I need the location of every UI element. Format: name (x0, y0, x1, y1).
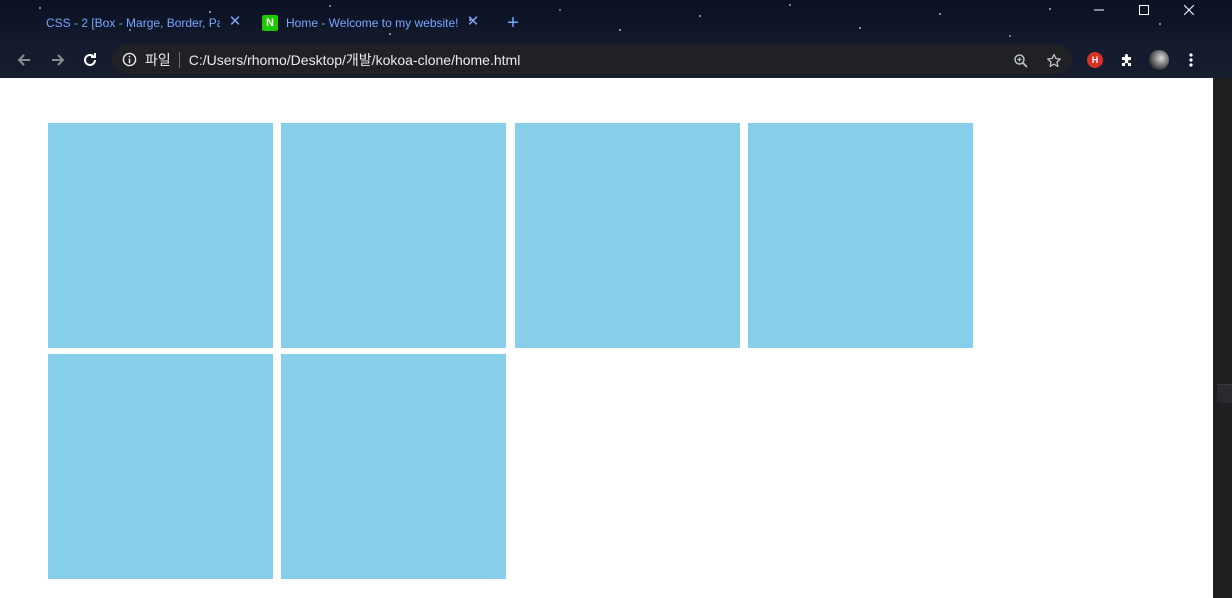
edge-marker (1217, 384, 1232, 403)
maximize-icon[interactable] (1121, 0, 1167, 20)
window-edge (1213, 78, 1232, 598)
tab-title: CSS - 2 [Box - Marge, Border, Pa (46, 16, 220, 30)
browser-window: CSS - 2 [Box - Marge, Border, Pa ✕ N Hom… (0, 0, 1232, 598)
url-text[interactable]: C:/Users/rhomo/Desktop/개발/kokoa-clone/ho… (189, 50, 521, 70)
reload-icon[interactable] (78, 48, 102, 72)
avatar[interactable] (1149, 50, 1169, 70)
box (281, 123, 506, 348)
tab-home[interactable]: N Home - Welcome to my website! ✕ (262, 8, 482, 38)
tab-strip: CSS - 2 [Box - Marge, Border, Pa ✕ N Hom… (0, 0, 1232, 42)
minimize-icon[interactable] (1076, 0, 1122, 20)
info-icon[interactable] (121, 52, 137, 68)
tab-css-box[interactable]: CSS - 2 [Box - Marge, Border, Pa ✕ (46, 8, 246, 38)
close-icon[interactable] (1166, 0, 1212, 20)
zoom-icon[interactable] (1011, 51, 1031, 71)
box (515, 123, 740, 348)
star-icon[interactable] (1044, 51, 1064, 71)
profile-avatar-icon (1149, 50, 1169, 70)
menu-dots-icon[interactable] (1181, 50, 1201, 70)
box (48, 123, 273, 348)
extension-icon[interactable]: H (1085, 50, 1105, 70)
divider (178, 51, 180, 68)
box (281, 354, 506, 579)
naver-favicon-icon: N (262, 15, 278, 31)
tab-title: Home - Welcome to my website! (286, 16, 459, 30)
box (48, 354, 273, 579)
tab-close-icon[interactable]: ✕ (465, 14, 481, 30)
scheme-label: 파일 (145, 51, 171, 68)
arrow-right-icon[interactable] (46, 48, 70, 72)
page-viewport (0, 78, 1213, 598)
new-tab-button[interactable]: + (502, 12, 524, 34)
toolbar: 파일 C:/Users/rhomo/Desktop/개발/kokoa-clone… (0, 42, 1232, 78)
address-bar[interactable]: 파일 C:/Users/rhomo/Desktop/개발/kokoa-clone… (112, 45, 1072, 74)
arrow-left-icon[interactable] (12, 48, 36, 72)
tab-close-icon[interactable]: ✕ (227, 14, 243, 30)
extension-badge: H (1087, 52, 1103, 68)
puzzle-icon[interactable] (1117, 50, 1137, 70)
box (748, 123, 973, 348)
